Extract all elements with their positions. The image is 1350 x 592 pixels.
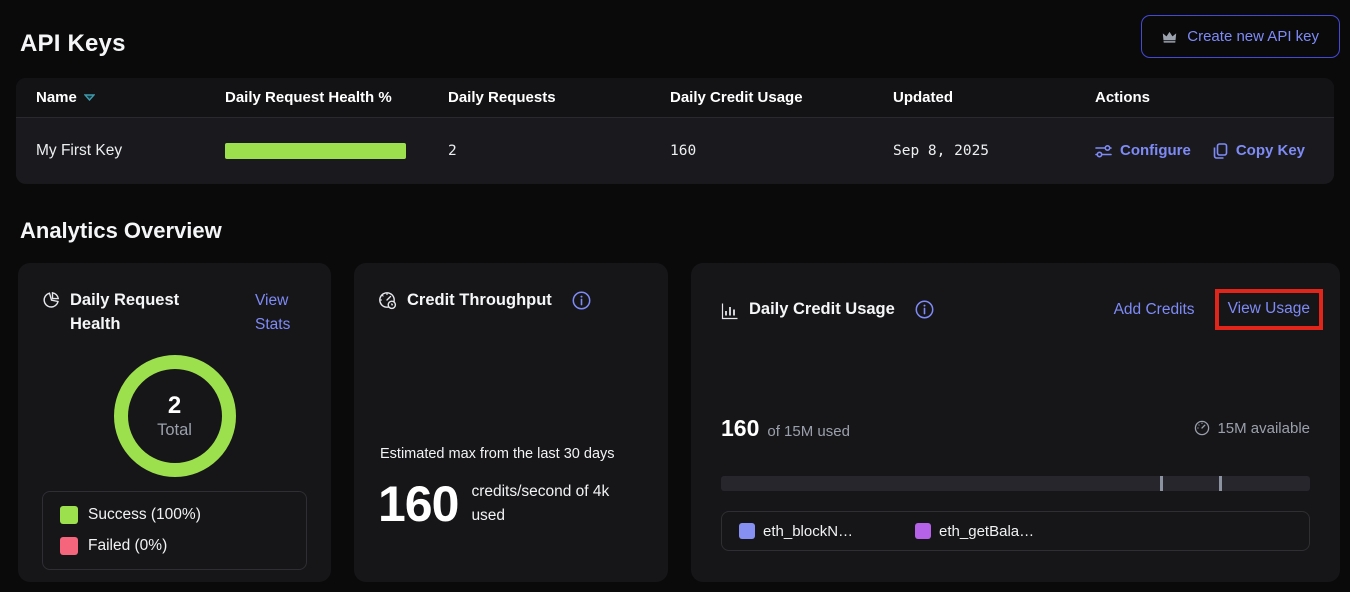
copy-icon [1213, 143, 1228, 159]
eth-getbalance-swatch [915, 523, 931, 539]
gauge-small-icon [1194, 420, 1210, 436]
progress-tick [1160, 476, 1163, 491]
legend-item-failed: Failed (0%) [60, 537, 289, 555]
configure-label: Configure [1120, 142, 1191, 159]
view-stats-link[interactable]: View Stats [255, 289, 307, 337]
donut-total-label: Total [157, 421, 192, 440]
api-keys-page: { "header": { "title": "API Keys", "crea… [0, 0, 1350, 592]
copy-key-button[interactable]: Copy Key [1213, 142, 1305, 159]
gauge-icon [378, 291, 397, 310]
credits-available-label: 15M available [1217, 420, 1310, 437]
column-header-actions: Actions [1095, 89, 1334, 106]
column-header-name-label: Name [36, 89, 77, 106]
analytics-cards: Daily Request Health View Stats 2 Total … [18, 263, 1340, 582]
card-title-daily-credit-usage: Daily Credit Usage [749, 298, 895, 322]
health-legend: Success (100%) Failed (0%) [42, 491, 307, 570]
create-api-key-button[interactable]: Create new API key [1141, 15, 1340, 58]
column-header-name[interactable]: Name [36, 89, 225, 106]
crown-icon [1162, 30, 1177, 43]
health-bar-cell [225, 143, 448, 159]
credits-used-value: 160 [721, 415, 759, 442]
bar-chart-icon [721, 302, 739, 320]
daily-credit-usage-cell: 160 [670, 143, 893, 159]
daily-requests-cell: 2 [448, 143, 670, 159]
analytics-overview-title: Analytics Overview [20, 218, 222, 244]
daily-request-health-card: Daily Request Health View Stats 2 Total … [18, 263, 331, 582]
api-keys-table: Name Daily Request Health % Daily Reques… [16, 78, 1334, 184]
throughput-subtitle: Estimated max from the last 30 days [380, 446, 615, 462]
key-name-cell: My First Key [36, 142, 225, 160]
credit-throughput-card: Credit Throughput Estimated max from the… [354, 263, 668, 582]
throughput-suffix: credits/second of 4k used [471, 480, 646, 528]
success-label: Success (100%) [88, 506, 201, 524]
column-header-health: Daily Request Health % [225, 89, 448, 106]
progress-tick [1219, 476, 1222, 491]
card-title-credit-throughput: Credit Throughput [407, 289, 552, 313]
view-usage-link[interactable]: View Usage [1228, 300, 1310, 317]
failed-swatch [60, 537, 78, 555]
eth-blocknumber-swatch [739, 523, 755, 539]
throughput-value: 160 [378, 475, 458, 533]
sliders-icon [1095, 144, 1112, 158]
sort-down-icon [84, 94, 95, 101]
pie-chart-icon [42, 291, 60, 309]
column-header-updated: Updated [893, 89, 1095, 106]
info-icon[interactable] [572, 291, 591, 310]
table-row: My First Key 2 160 Sep 8, 2025 Configure [16, 118, 1334, 183]
credit-usage-progress-bar [721, 476, 1310, 491]
actions-cell: Configure Copy Key [1095, 142, 1334, 159]
donut-total-value: 2 [168, 392, 181, 420]
create-api-key-label: Create new API key [1187, 28, 1319, 45]
info-icon[interactable] [915, 300, 934, 319]
page-title: API Keys [20, 30, 126, 58]
eth-getbalance-label: eth_getBala… [939, 523, 1034, 540]
column-header-requests: Daily Requests [448, 89, 670, 106]
request-health-donut-chart: 2 Total [114, 355, 236, 477]
legend-item-eth-getbalance: eth_getBala… [915, 523, 1034, 540]
success-swatch [60, 506, 78, 524]
eth-blocknumber-label: eth_blockN… [763, 523, 853, 540]
usage-legend: eth_blockN… eth_getBala… [721, 511, 1310, 551]
table-header-row: Name Daily Request Health % Daily Reques… [16, 78, 1334, 118]
copy-key-label: Copy Key [1236, 142, 1305, 159]
card-title-daily-request-health: Daily Request Health [70, 289, 198, 337]
legend-item-success: Success (100%) [60, 506, 289, 524]
legend-item-eth-blocknumber: eth_blockN… [739, 523, 853, 540]
daily-credit-usage-card: Daily Credit Usage Add Credits View Usag… [691, 263, 1340, 582]
credits-used-label: of 15M used [767, 423, 850, 440]
add-credits-link[interactable]: Add Credits [1114, 298, 1195, 322]
annotation-highlight-box: View Usage [1215, 289, 1323, 330]
column-header-credit-usage: Daily Credit Usage [670, 89, 893, 106]
updated-cell: Sep 8, 2025 [893, 143, 1095, 159]
failed-label: Failed (0%) [88, 537, 167, 555]
configure-button[interactable]: Configure [1095, 142, 1191, 159]
health-bar [225, 143, 406, 159]
